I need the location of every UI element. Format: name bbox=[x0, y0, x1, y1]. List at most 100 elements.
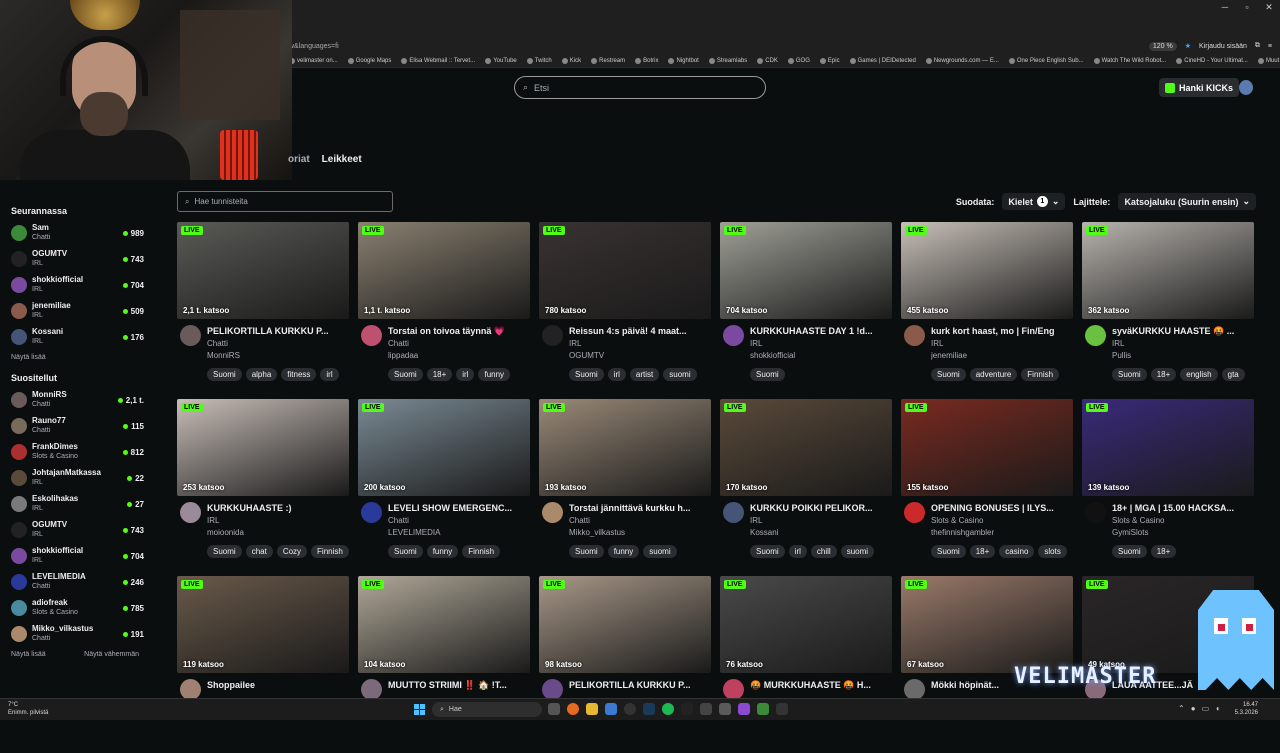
stream-tag[interactable]: 18+ bbox=[1150, 368, 1177, 381]
sidebar-item-ogumtv[interactable]: OGUMTV IRL 743 bbox=[0, 246, 150, 272]
stream-tag[interactable]: Suomi bbox=[388, 545, 423, 558]
tag-search-input[interactable]: ⌕ Hae tunnisteita bbox=[177, 191, 393, 212]
bookmark-item[interactable]: Restream bbox=[591, 57, 625, 64]
stream-tag[interactable]: 18+ bbox=[426, 368, 453, 381]
stream-category[interactable]: Chatti bbox=[388, 514, 530, 527]
stream-category[interactable]: IRL bbox=[207, 514, 349, 527]
stream-tag[interactable]: irl bbox=[788, 545, 807, 558]
stream-tag[interactable]: Finnish bbox=[1021, 368, 1060, 381]
sort-dropdown[interactable]: Katsojaluku (Suurin ensin) ⌄ bbox=[1118, 193, 1256, 210]
stream-tag[interactable]: alpha bbox=[245, 368, 278, 381]
stream-card[interactable]: LIVE 2,1 t. katsoo PELIKORTILLA KURKKU P… bbox=[177, 222, 349, 399]
task-view-icon[interactable] bbox=[548, 703, 560, 715]
stream-channel[interactable]: lippadaa bbox=[388, 350, 530, 362]
stream-tag[interactable]: Suomi bbox=[1112, 368, 1147, 381]
stream-title[interactable]: Torstai jännittävä kurkku h... bbox=[569, 502, 711, 514]
stream-tag[interactable]: funny bbox=[607, 545, 640, 558]
app-icon[interactable] bbox=[738, 703, 750, 715]
stream-channel[interactable]: MonniRS bbox=[207, 350, 349, 362]
bookmark-item[interactable]: Watch The Wild Robot... bbox=[1093, 57, 1166, 64]
stream-tag[interactable]: irl bbox=[456, 368, 475, 381]
stream-tag[interactable]: gta bbox=[1221, 368, 1245, 381]
avatar[interactable] bbox=[1085, 325, 1106, 346]
stream-tag[interactable]: Suomi bbox=[750, 545, 785, 558]
stream-thumbnail[interactable]: LIVE 200 katsoo bbox=[358, 399, 530, 496]
volume-icon[interactable]: ◖ bbox=[1215, 704, 1220, 713]
show-more-following[interactable]: Näytä lisää bbox=[0, 350, 150, 363]
bookmark-item[interactable]: Newgrounds.com — E... bbox=[925, 57, 999, 64]
file-explorer-icon[interactable] bbox=[586, 703, 598, 715]
languages-dropdown[interactable]: Kielet 1 ⌄ bbox=[1002, 193, 1066, 210]
stream-card[interactable]: LIVE 1,1 t. katsoo Torstai on toivoa täy… bbox=[358, 222, 530, 399]
chevron-up-icon[interactable]: ⌃ bbox=[1178, 704, 1185, 713]
stream-channel[interactable]: thefinnishgambler bbox=[931, 527, 1073, 539]
stream-category[interactable]: IRL bbox=[1112, 337, 1254, 350]
stream-thumbnail[interactable]: LIVE 704 katsoo bbox=[720, 222, 892, 319]
stream-thumbnail[interactable]: LIVE 76 katsoo bbox=[720, 576, 892, 673]
sidebar-item-frankdimes[interactable]: FrankDimes Slots & Casino 812 bbox=[0, 439, 150, 465]
bookmark-item[interactable]: One Piece English Sub... bbox=[1008, 57, 1084, 64]
stream-tag[interactable]: Suomi bbox=[931, 545, 966, 558]
stream-channel[interactable]: jenemiliae bbox=[931, 350, 1073, 362]
store-icon[interactable] bbox=[605, 703, 617, 715]
stream-tag[interactable]: Suomi bbox=[569, 545, 604, 558]
stream-tag[interactable]: 18+ bbox=[969, 545, 996, 558]
login-button[interactable]: Kirjaudu sisään bbox=[1199, 43, 1247, 50]
stream-tag[interactable]: Finnish bbox=[462, 545, 501, 558]
stream-thumbnail[interactable]: LIVE 455 katsoo bbox=[901, 222, 1073, 319]
avatar[interactable] bbox=[542, 679, 563, 700]
sidebar-item-sam[interactable]: Sam Chatti 989 bbox=[0, 220, 150, 246]
stream-title[interactable]: MUUTTO STRIIMI ‼️ 🏠 !T... bbox=[388, 679, 530, 691]
stream-tag[interactable]: irl bbox=[607, 368, 626, 381]
app-icon[interactable] bbox=[776, 703, 788, 715]
stream-category[interactable]: Slots & Casino bbox=[1112, 514, 1254, 527]
stream-title[interactable]: LEVELI SHOW EMERGENC... bbox=[388, 502, 530, 514]
sidebar-item-jenemiliae[interactable]: jenemiliae IRL 509 bbox=[0, 298, 150, 324]
stream-title[interactable]: syväKURKKU HAASTE 🤬 ... bbox=[1112, 325, 1254, 337]
steam-icon[interactable] bbox=[643, 703, 655, 715]
stream-tag[interactable]: suomi bbox=[840, 545, 875, 558]
sidebar-item-rauno77[interactable]: Rauno77 Chatti 115 bbox=[0, 413, 150, 439]
stream-tag[interactable]: fitness bbox=[281, 368, 317, 381]
sidebar-item-mikko_vilkastus[interactable]: Mikko_vilkastus Chatti 191 bbox=[0, 621, 150, 647]
avatar[interactable] bbox=[180, 502, 201, 523]
avatar[interactable] bbox=[723, 325, 744, 346]
stream-tag[interactable]: chat bbox=[245, 545, 273, 558]
bookmark-item[interactable]: Google Maps bbox=[347, 57, 391, 64]
stream-title[interactable]: OPENING BONUSES | ILYS... bbox=[931, 502, 1073, 514]
bookmark-item[interactable]: Kick bbox=[561, 57, 581, 64]
bookmark-item[interactable]: velimaster on... bbox=[289, 57, 338, 64]
stream-title[interactable]: KURKKUHAASTE :) bbox=[207, 502, 349, 514]
stream-channel[interactable]: LEVELIMEDIA bbox=[388, 527, 530, 539]
stream-card[interactable]: LIVE 76 katsoo 🤬 MURKKUHAASTE 🤬 H... bbox=[720, 576, 892, 753]
network-icon[interactable]: ▭ bbox=[1202, 704, 1210, 713]
stream-thumbnail[interactable]: LIVE 139 katsoo bbox=[1082, 399, 1254, 496]
stream-title[interactable]: 🤬 MURKKUHAASTE 🤬 H... bbox=[750, 679, 892, 691]
stream-title[interactable]: Shoppailee bbox=[207, 679, 349, 691]
stream-tag[interactable]: funny bbox=[478, 368, 511, 381]
epic-icon[interactable] bbox=[681, 703, 693, 715]
spotify-icon[interactable] bbox=[662, 703, 674, 715]
menu-icon[interactable]: ≡ bbox=[1268, 43, 1272, 50]
stream-tag[interactable]: suomi bbox=[663, 368, 697, 381]
avatar[interactable] bbox=[542, 325, 563, 346]
stream-thumbnail[interactable]: LIVE 170 katsoo bbox=[720, 399, 892, 496]
stream-title[interactable]: PELIKORTILLA KURKKU P... bbox=[207, 325, 349, 337]
bookmark-item[interactable]: CDK bbox=[757, 57, 778, 64]
app-icon[interactable] bbox=[757, 703, 769, 715]
stream-thumbnail[interactable]: LIVE 119 katsoo bbox=[177, 576, 349, 673]
app-icon[interactable] bbox=[719, 703, 731, 715]
stream-tag[interactable]: Suomi bbox=[569, 368, 604, 381]
bookmark-item[interactable]: Streamlabs bbox=[708, 57, 747, 64]
avatar[interactable] bbox=[180, 325, 201, 346]
stream-thumbnail[interactable]: LIVE 98 katsoo bbox=[539, 576, 711, 673]
stream-tag[interactable]: Suomi bbox=[931, 368, 966, 381]
sidebar-item-shokkiofficial[interactable]: shokkiofficial IRL 704 bbox=[0, 272, 150, 298]
avatar[interactable] bbox=[1085, 502, 1106, 523]
stream-channel[interactable]: OGUMTV bbox=[569, 350, 711, 362]
stream-title[interactable]: KURKKUHAASTE DAY 1 !d... bbox=[750, 325, 892, 337]
bookmark-item[interactable]: GOG bbox=[787, 57, 810, 64]
app-icon[interactable] bbox=[700, 703, 712, 715]
bookmark-item[interactable]: Nightbot bbox=[668, 57, 699, 64]
star-icon[interactable]: ★ bbox=[1185, 42, 1191, 50]
